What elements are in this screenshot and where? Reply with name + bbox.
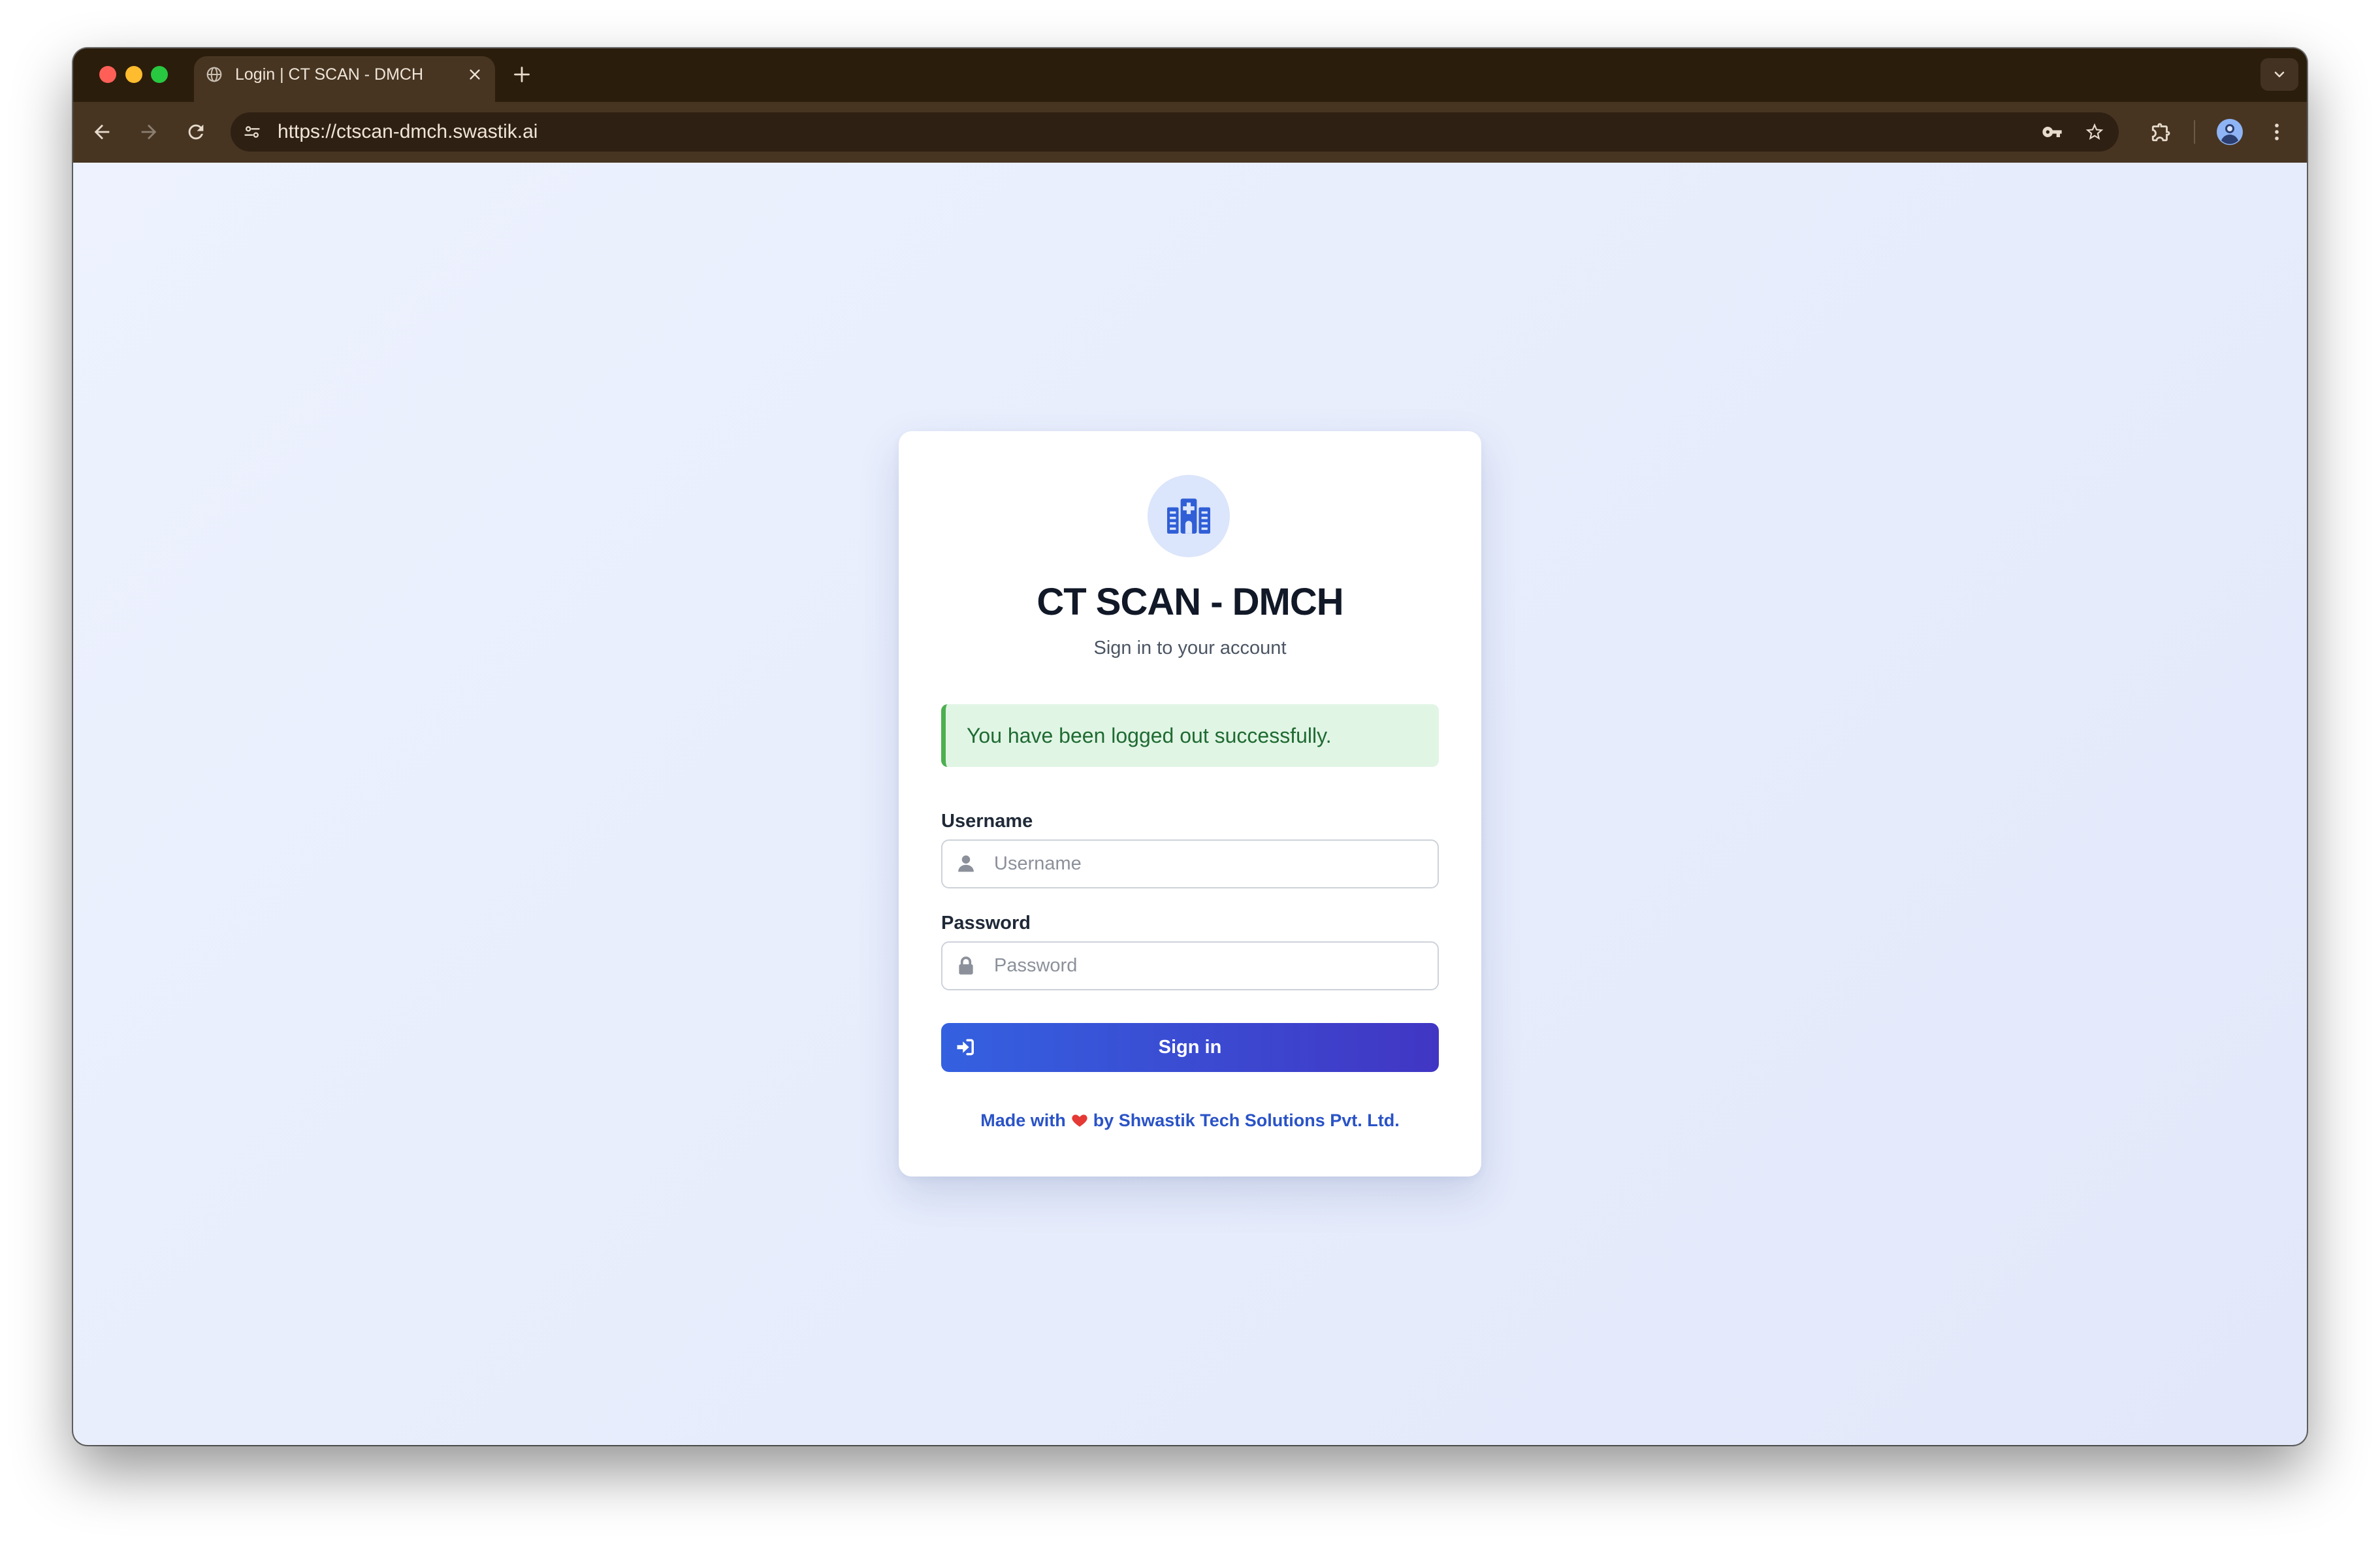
tab-search-button[interactable]	[2260, 58, 2298, 91]
key-icon[interactable]	[2042, 122, 2063, 142]
toolbar-divider	[2194, 120, 2195, 144]
footer-prefix: Made with	[980, 1110, 1066, 1130]
tab-title: Login | CT SCAN - DMCH	[235, 65, 424, 84]
username-field[interactable]	[941, 839, 1439, 888]
close-icon[interactable]	[468, 67, 482, 82]
puzzle-icon[interactable]	[2150, 121, 2172, 143]
heart-icon	[1072, 1114, 1087, 1127]
browser-window: Login | CT SCAN - DMCH https://ctscan-dm…	[73, 48, 2307, 1445]
username-input[interactable]	[942, 841, 1438, 887]
window-minimize-button[interactable]	[125, 66, 142, 83]
tab-strip: Login | CT SCAN - DMCH	[73, 48, 2307, 102]
star-outline-icon[interactable]	[2084, 122, 2105, 142]
url-text[interactable]: https://ctscan-dmch.swastik.ai	[278, 112, 538, 152]
sign-in-label: Sign in	[1158, 1037, 1222, 1058]
username-label: Username	[941, 811, 1033, 832]
window-close-button[interactable]	[99, 66, 116, 83]
login-card: CT SCAN - DMCH Sign in to your account Y…	[899, 431, 1481, 1177]
footer-credit: Made with by Shwastik Tech Solutions Pvt…	[899, 1109, 1481, 1132]
page-subtitle: Sign in to your account	[1093, 638, 1287, 658]
chevron-down-icon	[2274, 71, 2285, 78]
password-input[interactable]	[942, 943, 1438, 989]
logo-badge	[1148, 475, 1230, 557]
tab-active[interactable]: Login | CT SCAN - DMCH	[194, 56, 495, 102]
tune-icon[interactable]	[243, 123, 261, 141]
alert-message: You have been logged out successfully.	[967, 724, 1332, 747]
arrow-right-icon[interactable]	[138, 121, 160, 143]
password-label: Password	[941, 913, 1031, 934]
globe-icon	[206, 67, 222, 82]
address-bar[interactable]: https://ctscan-dmch.swastik.ai	[231, 112, 2119, 152]
footer-company: by Shwastik Tech Solutions Pvt. Ltd.	[1093, 1110, 1400, 1130]
sign-in-button[interactable]: Sign in	[941, 1023, 1439, 1072]
avatar-icon[interactable]	[2216, 118, 2243, 146]
password-field[interactable]	[941, 941, 1439, 990]
more-vert-icon[interactable]	[2266, 121, 2288, 143]
plus-icon[interactable]	[513, 65, 531, 84]
window-zoom-button[interactable]	[151, 66, 168, 83]
arrow-left-icon[interactable]	[91, 121, 113, 143]
success-alert: You have been logged out successfully.	[941, 704, 1439, 767]
page-content: CT SCAN - DMCH Sign in to your account Y…	[73, 163, 2307, 1445]
browser-toolbar: https://ctscan-dmch.swastik.ai	[73, 102, 2307, 163]
reload-icon[interactable]	[185, 121, 207, 143]
page-title: CT SCAN - DMCH	[1037, 581, 1343, 623]
hospital-icon	[1167, 498, 1210, 534]
